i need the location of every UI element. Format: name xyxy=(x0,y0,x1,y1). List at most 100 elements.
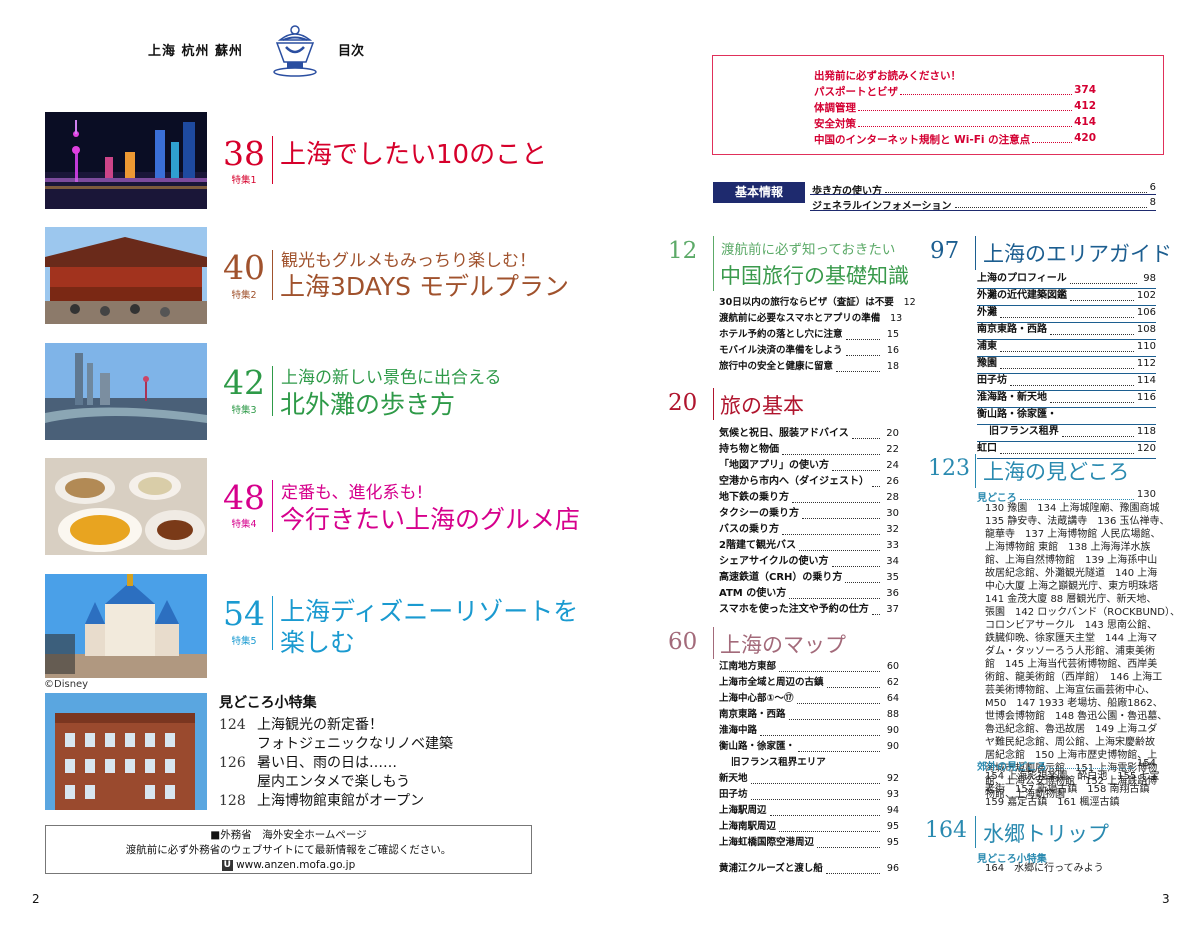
list-item-page: 120 xyxy=(1136,443,1156,454)
list-item[interactable]: 旅行中の安全と健康に留意 18 xyxy=(719,360,899,376)
list-item[interactable]: 外灘の近代建築図鑑 102 xyxy=(977,289,1156,306)
list-item[interactable]: 上海虹橋国際空港周辺 95 xyxy=(719,836,899,852)
list-item[interactable]: 田子坊 114 xyxy=(977,374,1156,391)
description-line: 159 嘉定古鎮 161 楓涇古鎮 xyxy=(985,797,1120,808)
list-item[interactable]: 淮海中路 90 xyxy=(719,724,899,740)
section-12-title[interactable]: 中国旅行の基礎知識 xyxy=(720,260,909,290)
section-20-list: 気候と祝日、服装アドバイス 20 持ち物と物価 22 「地図アプリ」の使い方 24 空港から… xyxy=(719,427,899,619)
list-item[interactable]: 上海中心部①～⑰ 64 xyxy=(719,692,899,708)
list-item[interactable]: 空港から市内へ（ダイジェスト） 26 xyxy=(719,475,899,491)
list-item[interactable]: 「地図アプリ」の使い方 24 xyxy=(719,459,899,475)
leader-dots xyxy=(782,523,880,535)
list-item[interactable]: バスの乗り方 32 xyxy=(719,523,899,539)
sights-description: 130 豫園 134 上海城隍廟、豫園商城 135 静安寺、法蔵講寺 136 玉仏… xyxy=(985,502,1180,801)
list-item[interactable]: 淮海路・新天地 116 xyxy=(977,391,1156,408)
list-item-page: 64 xyxy=(886,693,899,704)
feature1-title[interactable]: 上海でしたい10のこと xyxy=(280,140,547,170)
leader-dots xyxy=(851,427,880,439)
list-item-page: 24 xyxy=(886,460,899,471)
list-item-page: 92 xyxy=(886,773,899,784)
list-item[interactable]: タクシーの乗り方 30 xyxy=(719,507,899,523)
list-item-label: 南京東路・西路 xyxy=(977,324,1047,335)
list-item[interactable]: ATM の使い方 36 xyxy=(719,587,899,603)
list-item[interactable]: 浦東 110 xyxy=(977,340,1156,357)
feature5-title-line2[interactable]: 楽しむ xyxy=(280,628,355,658)
notice-item[interactable]: 体調管理 412 xyxy=(814,100,1096,115)
mini-feature-item[interactable]: 128 上海博物館東館がオープン xyxy=(219,792,424,811)
list-item[interactable]: シェアサイクルの使い方 34 xyxy=(719,555,899,571)
section-164-title[interactable]: 水郷トリップ xyxy=(983,818,1109,848)
section-60-title[interactable]: 上海のマップ xyxy=(720,629,846,659)
notice-item-page: 374 xyxy=(1074,84,1096,96)
list-item[interactable]: モバイル決済の準備をしよう 16 xyxy=(719,344,899,360)
list-item-label: 衡山路・徐家匯・ xyxy=(719,741,796,752)
leader-dots xyxy=(798,740,880,752)
description-line: コロンビアサークル 143 思南公館、 xyxy=(985,620,1157,631)
list-item[interactable]: 新天地 92 xyxy=(719,772,899,788)
list-item[interactable]: 衡山路・徐家匯・ xyxy=(977,408,1156,425)
list-item-label: ホテル予約の落とし穴に注意 xyxy=(719,329,843,340)
notice-item[interactable]: 中国のインターネット規制と Wi-Fi の注意点 420 xyxy=(814,132,1096,147)
section-97-title[interactable]: 上海のエリアガイド xyxy=(983,238,1172,268)
list-item-label: タクシーの乗り方 xyxy=(719,508,799,519)
list-item[interactable]: 南京東路・西路 108 xyxy=(977,323,1156,340)
section-60-divider xyxy=(713,627,714,659)
feature3-title[interactable]: 北外灘の歩き方 xyxy=(280,390,455,420)
feature4-tag: 特集4 xyxy=(231,519,257,530)
feature2-title[interactable]: 上海3DAYS モデルプラン xyxy=(280,272,569,302)
section-123-title[interactable]: 上海の見どころ xyxy=(983,456,1129,486)
list-item[interactable]: 上海南駅周辺 95 xyxy=(719,820,899,836)
section-12-divider xyxy=(713,236,714,291)
list-item[interactable]: スマホを使った注文や予約の仕方 37 xyxy=(719,603,899,619)
list-item[interactable]: 豫園 112 xyxy=(977,357,1156,374)
list-item[interactable]: 上海駅周辺 94 xyxy=(719,804,899,820)
notice-item-label: 中国のインターネット規制と Wi-Fi の注意点 xyxy=(814,134,1031,146)
list-item[interactable]: 上海のプロフィール 98 xyxy=(977,272,1156,289)
water-town-item[interactable]: 164 水郷に行ってみよう xyxy=(985,862,1156,875)
section-20-title[interactable]: 旅の基本 xyxy=(720,390,804,420)
list-item[interactable]: 2階建て観光バス 33 xyxy=(719,539,899,555)
mini-feature-line2: フォトジェニックなリノベ建築 xyxy=(257,736,453,752)
mini-feature-item[interactable]: 126 暑い日、雨の日は…… 屋内エンタメで楽しもう xyxy=(219,754,410,792)
leader-dots xyxy=(832,459,880,471)
list-item-label: シェアサイクルの使い方 xyxy=(719,556,829,567)
list-item-page: 15 xyxy=(886,329,899,340)
list-item[interactable]: ホテル予約の落とし穴に注意 15 xyxy=(719,328,899,344)
feature1-tag[interactable]: 特集1 xyxy=(219,172,269,186)
list-item-label: 豫園 xyxy=(977,358,997,369)
list-item-label: 南京東路・西路 xyxy=(719,709,786,720)
notice-item[interactable]: パスポートとビザ 374 xyxy=(814,84,1096,99)
list-item-page: 98 xyxy=(1143,273,1156,284)
safety-url[interactable]: www.anzen.mofa.go.jp xyxy=(236,859,355,871)
description-line: ヤ難民紀念館、周公館、上海宋慶齢故 xyxy=(985,737,1155,748)
notice-item-label: 安全対策 xyxy=(814,118,856,130)
description-line: 張園 142 ロックバンド（ROCKBUND）、 xyxy=(985,607,1180,618)
list-item[interactable]: 外灘 106 xyxy=(977,306,1156,323)
list-item[interactable]: 南京東路・西路 88 xyxy=(719,708,899,724)
list-item[interactable]: 旧フランス租界エリア xyxy=(719,756,899,772)
section-60-extra[interactable]: 黄浦江クルーズと渡し船 96 xyxy=(719,862,899,878)
list-item[interactable]: 高速鉄道（CRH）の乗り方 35 xyxy=(719,571,899,587)
section-20-page: 20 xyxy=(668,390,698,416)
list-item[interactable]: 旧フランス租界 118 xyxy=(977,425,1156,442)
list-item[interactable]: 持ち物と物価 22 xyxy=(719,443,899,459)
list-item[interactable]: 30日以内の旅行ならビザ（査証）は不要 12 xyxy=(719,296,916,312)
list-item[interactable]: 江南地方東部 60 xyxy=(719,660,899,676)
list-item[interactable]: 地下鉄の乗り方 28 xyxy=(719,491,899,507)
list-item-label: 旅行中の安全と健康に留意 xyxy=(719,361,834,372)
feature4-title[interactable]: 今行きたい上海のグルメ店 xyxy=(280,505,580,535)
mini-feature-page: 126 xyxy=(219,755,246,771)
mini-feature-item[interactable]: 124 上海観光の新定番！ フォトジェニックなリノベ建築 xyxy=(219,716,453,754)
list-item[interactable]: 衡山路・徐家匯・ 90 xyxy=(719,740,899,756)
leader-dots xyxy=(779,820,880,832)
list-item-page: 26 xyxy=(886,476,899,487)
list-item[interactable]: 田子坊 93 xyxy=(719,788,899,804)
list-item[interactable]: 上海市全域と周辺の古鎮 62 xyxy=(719,676,899,692)
description-line: 中心大厦 上海之巓観光庁、東方明珠塔 xyxy=(985,581,1159,592)
notice-item[interactable]: 安全対策 414 xyxy=(814,116,1096,131)
list-item-label: バスの乗り方 xyxy=(719,524,779,535)
feature5-title[interactable]: 上海ディズニーリゾートを xyxy=(280,597,578,627)
section-97-divider xyxy=(975,236,976,270)
list-item[interactable]: 渡航前に必要なスマホとアプリの準備 13 xyxy=(719,312,902,328)
list-item[interactable]: 気候と祝日、服装アドバイス 20 xyxy=(719,427,899,443)
